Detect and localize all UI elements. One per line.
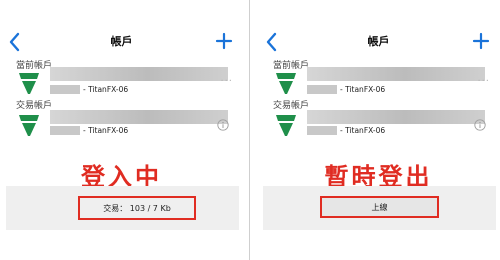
- accounts-screen-logged-out: 帳戶 當前帳戶 - TitanFX-06 ··· 交易帳戶 - TitanFX-…: [257, 0, 500, 260]
- panel-divider: [249, 0, 250, 260]
- titanfx-logo-icon: [19, 73, 39, 94]
- go-online-label: 上線: [371, 202, 388, 212]
- more-options-icon[interactable]: ···: [477, 76, 490, 87]
- more-options-icon[interactable]: ···: [220, 76, 233, 87]
- account-server: - TitanFX-06: [340, 126, 386, 135]
- bottom-status-bar: 交易： 103 / 7 Kb: [6, 186, 239, 230]
- page-title: 帳戶: [110, 35, 133, 48]
- bottom-status-bar: 上線: [263, 186, 496, 230]
- page-title: 帳戶: [367, 35, 390, 48]
- info-icon[interactable]: [217, 119, 229, 131]
- nav-bar: 帳戶: [0, 28, 243, 58]
- trading-account-label: 交易帳戶: [273, 101, 310, 111]
- account-server: - TitanFX-06: [83, 85, 129, 94]
- account-name-redacted: [307, 110, 485, 124]
- traffic-indicator: 交易： 103 / 7 Kb: [78, 196, 196, 220]
- info-icon[interactable]: [474, 119, 486, 131]
- account-number-redacted: [307, 85, 337, 94]
- trading-account-label: 交易帳戶: [16, 101, 53, 111]
- current-account-label: 當前帳戶: [16, 61, 53, 71]
- current-account-label: 當前帳戶: [273, 61, 310, 71]
- go-online-button[interactable]: 上線: [320, 196, 439, 218]
- nav-bar: 帳戶: [257, 28, 500, 58]
- titanfx-logo-icon: [19, 115, 39, 136]
- account-server: - TitanFX-06: [83, 126, 129, 135]
- account-name-redacted: [307, 67, 485, 81]
- account-name-redacted: [50, 110, 228, 124]
- titanfx-logo-icon: [276, 73, 296, 94]
- account-number-redacted: [307, 126, 337, 135]
- traffic-text: 交易： 103 / 7 Kb: [103, 203, 171, 213]
- titanfx-logo-icon: [276, 115, 296, 136]
- account-name-redacted: [50, 67, 228, 81]
- add-account-icon[interactable]: [215, 32, 233, 50]
- add-account-icon[interactable]: [472, 32, 490, 50]
- account-server: - TitanFX-06: [340, 85, 386, 94]
- account-number-redacted: [50, 85, 80, 94]
- accounts-screen-logging-in: 帳戶 當前帳戶 - TitanFX-06 ··· 交易帳戶 - TitanFX-…: [0, 0, 243, 260]
- account-number-redacted: [50, 126, 80, 135]
